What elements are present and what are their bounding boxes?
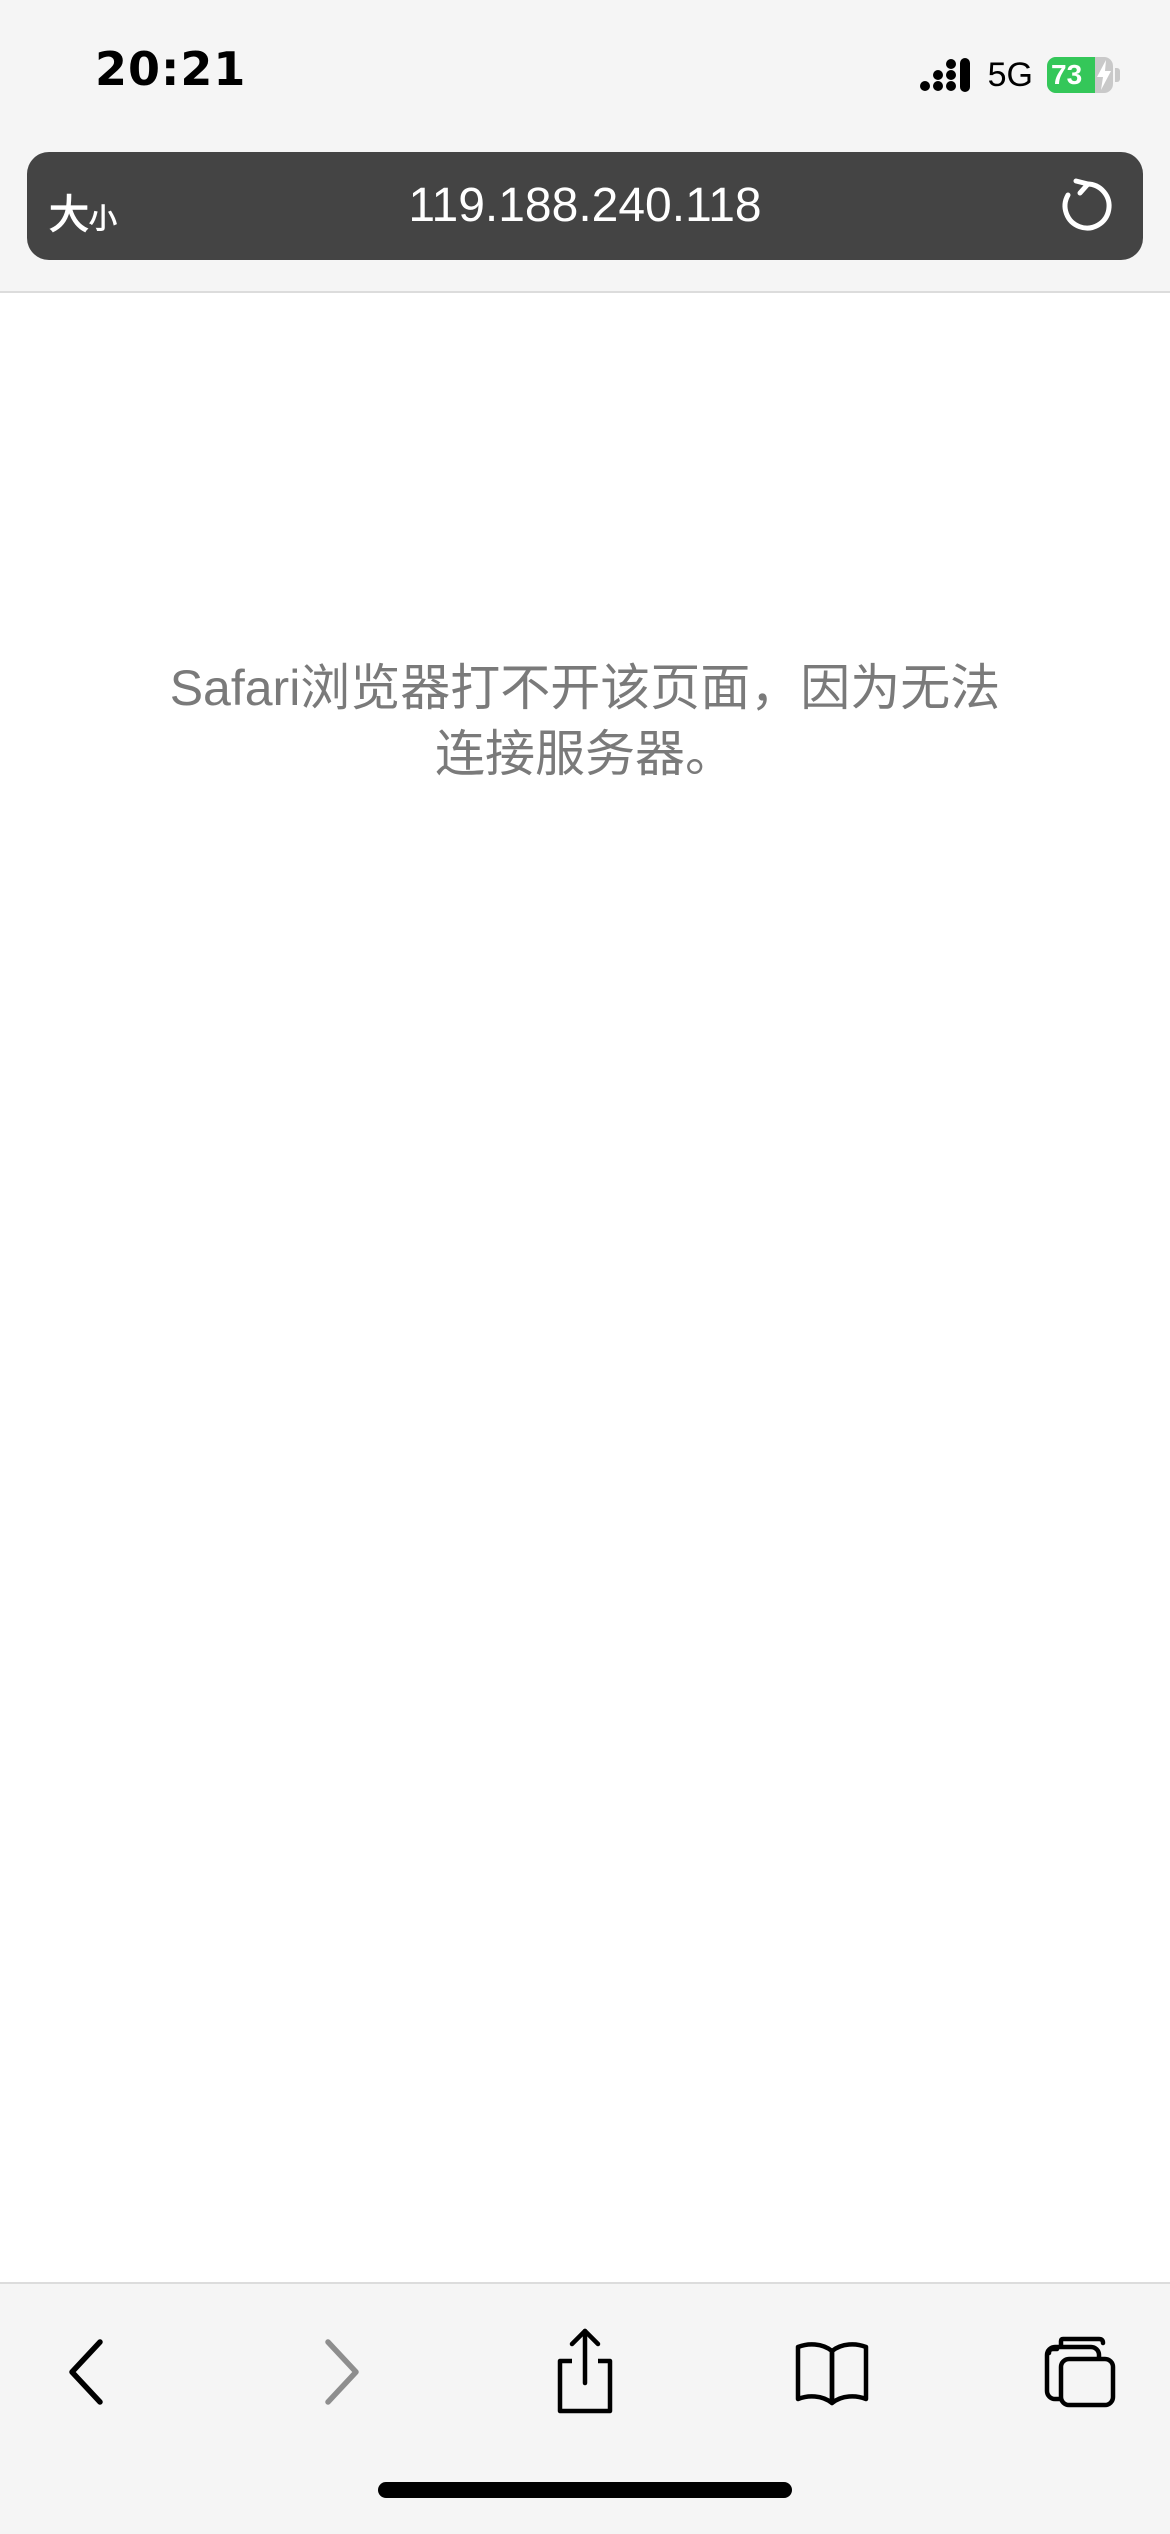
signal-icon <box>919 58 974 92</box>
back-icon <box>58 2332 118 2416</box>
status-indicators: 5G 73 <box>919 50 1120 100</box>
network-type: 5G <box>987 55 1033 94</box>
address-bar[interactable]: 大 小 119.188.240.118 <box>27 152 1143 260</box>
share-icon <box>550 2327 620 2421</box>
error-message: Safari浏览器打不开该页面，因为无法 连接服务器。 <box>135 655 1035 787</box>
tabs-icon <box>1043 2335 1117 2413</box>
tabs-button[interactable] <box>1030 2324 1130 2424</box>
status-time: 20:21 <box>95 42 247 96</box>
back-button[interactable] <box>38 2324 138 2424</box>
battery-icon: 73 <box>1047 57 1120 93</box>
bookmarks-button[interactable] <box>782 2324 882 2424</box>
share-button[interactable] <box>535 2324 635 2424</box>
home-indicator[interactable] <box>378 2482 792 2498</box>
reload-icon[interactable] <box>1059 178 1115 234</box>
forward-button[interactable] <box>290 2324 390 2424</box>
forward-icon <box>310 2332 370 2416</box>
status-bar: 20:21 5G 73 <box>0 0 1170 150</box>
error-line-1: Safari浏览器打不开该页面，因为无法 <box>169 660 1001 716</box>
bookmarks-icon <box>792 2337 872 2411</box>
error-line-2: 连接服务器。 <box>435 726 735 782</box>
top-chrome: 20:21 5G 73 大 小 119.188.240.118 <box>0 0 1170 293</box>
battery-level: 73 <box>1051 59 1083 90</box>
charging-bolt-icon <box>1095 60 1113 93</box>
url-text[interactable]: 119.188.240.118 <box>27 152 1143 260</box>
